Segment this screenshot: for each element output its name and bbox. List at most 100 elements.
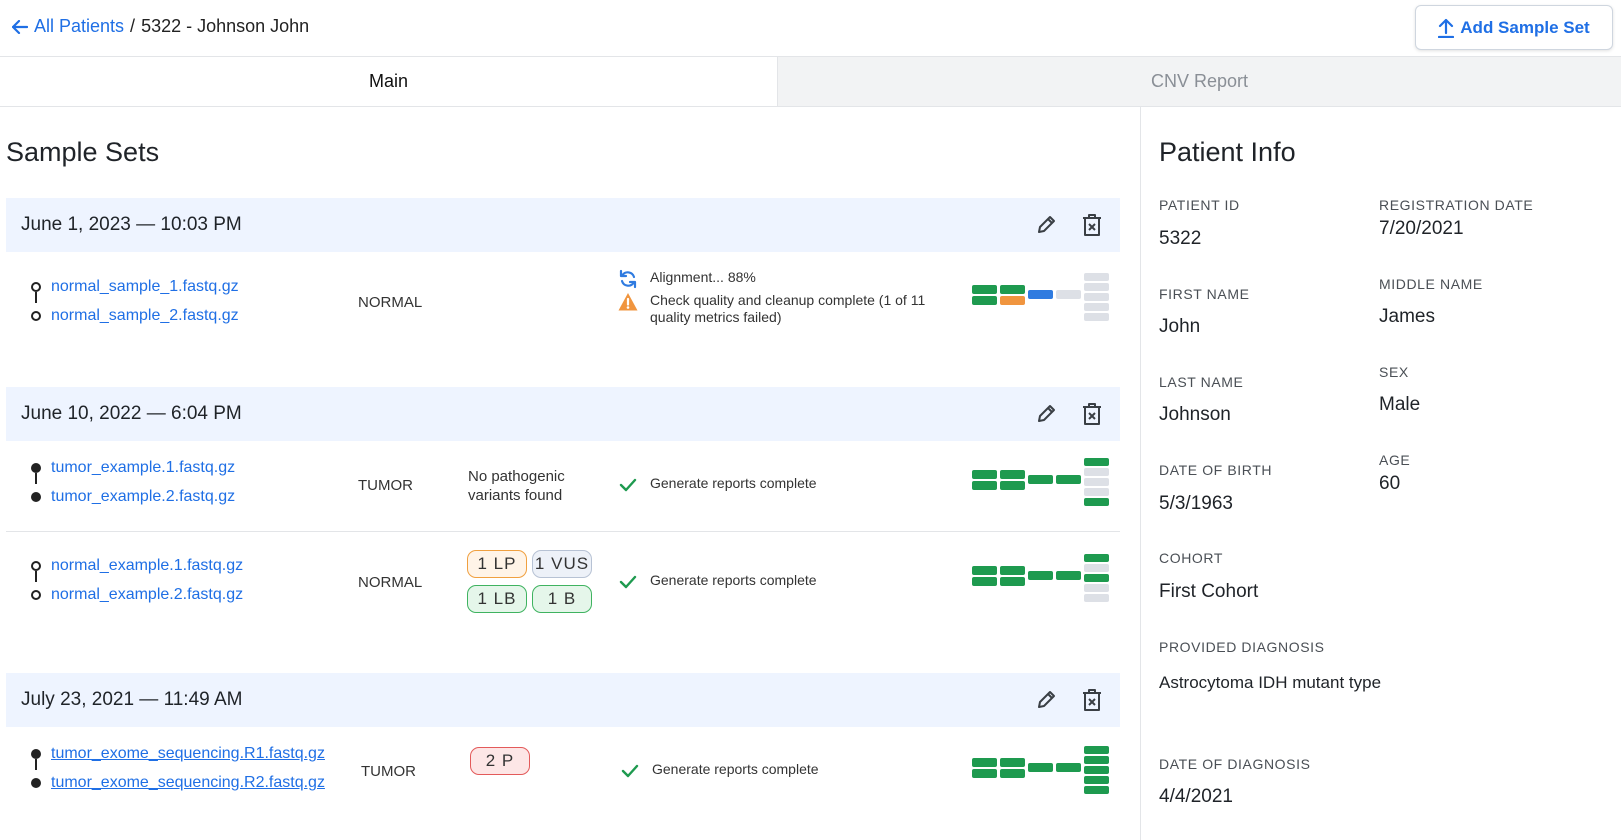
step-block bbox=[972, 577, 997, 586]
age-label: AGE bbox=[1379, 452, 1411, 468]
status-text: Generate reports complete bbox=[652, 761, 819, 777]
sample-set-date: June 1, 2023 — 10:03 PM bbox=[21, 214, 242, 235]
file-link[interactable]: normal_example.1.fastq.gz bbox=[51, 557, 243, 575]
file-dot bbox=[31, 463, 41, 473]
trash-icon[interactable] bbox=[1078, 400, 1106, 428]
status-text: Generate reports complete bbox=[650, 572, 817, 588]
step-block bbox=[1084, 468, 1109, 476]
sample-set-header: June 1, 2023 — 10:03 PM bbox=[6, 198, 1120, 252]
status-line: Generate reports complete bbox=[620, 761, 819, 781]
file-link[interactable]: tumor_example.1.fastq.gz bbox=[51, 459, 235, 477]
add-sample-set-button[interactable]: Add Sample Set bbox=[1415, 5, 1613, 50]
file-link[interactable]: normal_sample_1.fastq.gz bbox=[51, 278, 239, 296]
sample-type: NORMAL bbox=[358, 574, 423, 591]
breadcrumb-separator: / bbox=[130, 16, 136, 36]
file-connector bbox=[35, 292, 37, 303]
step-block bbox=[972, 758, 997, 767]
breadcrumb: All Patients / 5322 - Johnson John bbox=[12, 16, 309, 37]
date-of-birth-label: DATE OF BIRTH bbox=[1159, 462, 1273, 478]
variant-chip-p[interactable]: 2 P bbox=[470, 747, 530, 775]
variant-chip-lp[interactable]: 1 LP bbox=[467, 550, 527, 578]
file-link[interactable]: tumor_exome_sequencing.R2.fastq.gz bbox=[51, 774, 325, 792]
step-block bbox=[1028, 475, 1053, 484]
file-connector bbox=[35, 473, 37, 484]
step-block bbox=[972, 566, 997, 575]
step-block bbox=[1000, 577, 1025, 586]
step-block bbox=[1084, 594, 1109, 602]
status-text: Generate reports complete bbox=[650, 475, 817, 491]
trash-icon[interactable] bbox=[1078, 211, 1106, 239]
breadcrumb-current: 5322 - Johnson John bbox=[141, 16, 310, 36]
edit-icon[interactable] bbox=[1032, 211, 1060, 239]
first-name-value: John bbox=[1159, 316, 1201, 337]
file-dot bbox=[31, 778, 41, 788]
provided-diagnosis-value: Astrocytoma IDH mutant type bbox=[1159, 673, 1382, 692]
patient-info-panel: Patient Info PATIENT ID 5322 REGISTRATIO… bbox=[1140, 107, 1621, 840]
back-link[interactable]: All Patients bbox=[12, 16, 124, 37]
step-block bbox=[1084, 283, 1109, 291]
file-link[interactable]: tumor_example.2.fastq.gz bbox=[51, 488, 235, 506]
variant-chip-lb[interactable]: 1 LB bbox=[467, 585, 527, 613]
sample-sets-title: Sample Sets bbox=[6, 137, 160, 167]
middle-name-label: MIDDLE NAME bbox=[1379, 276, 1483, 292]
step-block bbox=[1056, 475, 1081, 484]
step-block bbox=[1056, 571, 1081, 580]
tab-main[interactable]: Main bbox=[0, 57, 778, 106]
patient-id-value: 5322 bbox=[1159, 228, 1202, 249]
patient-info-title: Patient Info bbox=[1159, 137, 1296, 167]
step-block bbox=[1056, 763, 1081, 772]
step-block bbox=[1084, 273, 1109, 281]
upload-icon bbox=[1438, 18, 1455, 38]
step-block bbox=[1000, 285, 1025, 294]
file-link[interactable]: normal_sample_2.fastq.gz bbox=[51, 307, 239, 325]
step-block bbox=[1084, 766, 1109, 774]
step-block bbox=[1084, 313, 1109, 321]
add-sample-set-label[interactable]: Add Sample Set bbox=[1460, 18, 1589, 38]
status-line: Check quality and cleanup complete (1 of… bbox=[618, 292, 948, 326]
variant-chip-vus[interactable]: 1 VUS bbox=[532, 550, 592, 578]
sync-icon bbox=[618, 269, 638, 289]
sex-value: Male bbox=[1379, 394, 1421, 415]
last-name-label: LAST NAME bbox=[1159, 374, 1244, 390]
step-block bbox=[1000, 758, 1025, 767]
status-text: Alignment... 88% bbox=[650, 269, 756, 285]
warning-icon bbox=[618, 292, 638, 312]
step-block bbox=[1000, 481, 1025, 490]
age-value: 60 bbox=[1379, 473, 1401, 494]
pipeline-progress bbox=[972, 458, 1112, 506]
status-line: Generate reports complete bbox=[618, 475, 817, 495]
check-icon bbox=[618, 475, 638, 495]
tab-cnv-report[interactable]: CNV Report bbox=[778, 57, 1621, 106]
file-dot bbox=[31, 282, 41, 292]
first-name-label: FIRST NAME bbox=[1159, 286, 1250, 302]
edit-icon[interactable] bbox=[1032, 400, 1060, 428]
step-block bbox=[972, 769, 997, 778]
arrow-left-icon bbox=[12, 19, 28, 34]
file-connector bbox=[35, 571, 37, 582]
trash-icon[interactable] bbox=[1078, 686, 1106, 714]
file-dot bbox=[31, 492, 41, 502]
step-block bbox=[1000, 566, 1025, 575]
step-block bbox=[1084, 554, 1109, 562]
step-block bbox=[1084, 776, 1109, 784]
check-icon bbox=[620, 761, 640, 781]
date-of-diagnosis-label: DATE OF DIAGNOSIS bbox=[1159, 756, 1311, 772]
sample-row: normal_sample_1.fastq.gz normal_sample_2… bbox=[6, 252, 1120, 380]
file-link[interactable]: normal_example.2.fastq.gz bbox=[51, 586, 243, 604]
edit-icon[interactable] bbox=[1032, 686, 1060, 714]
sample-set-header: July 23, 2021 — 11:49 AM bbox=[6, 673, 1120, 727]
sample-row: normal_example.1.fastq.gz normal_example… bbox=[6, 532, 1120, 634]
last-name-value: Johnson bbox=[1159, 404, 1231, 425]
sample-set-date: June 10, 2022 — 6:04 PM bbox=[21, 403, 242, 424]
file-link[interactable]: tumor_exome_sequencing.R1.fastq.gz bbox=[51, 745, 325, 763]
back-link-label[interactable]: All Patients bbox=[34, 16, 124, 37]
top-bar: All Patients / 5322 - Johnson John Add S… bbox=[0, 0, 1621, 57]
step-block bbox=[1084, 574, 1109, 582]
step-block bbox=[1084, 293, 1109, 301]
sample-set-date: July 23, 2021 — 11:49 AM bbox=[21, 689, 243, 710]
variant-chip-b[interactable]: 1 B bbox=[532, 585, 592, 613]
tab-bar: Main CNV Report bbox=[0, 57, 1621, 107]
step-block bbox=[1000, 470, 1025, 479]
file-dot bbox=[31, 749, 41, 759]
step-block bbox=[1056, 290, 1081, 299]
